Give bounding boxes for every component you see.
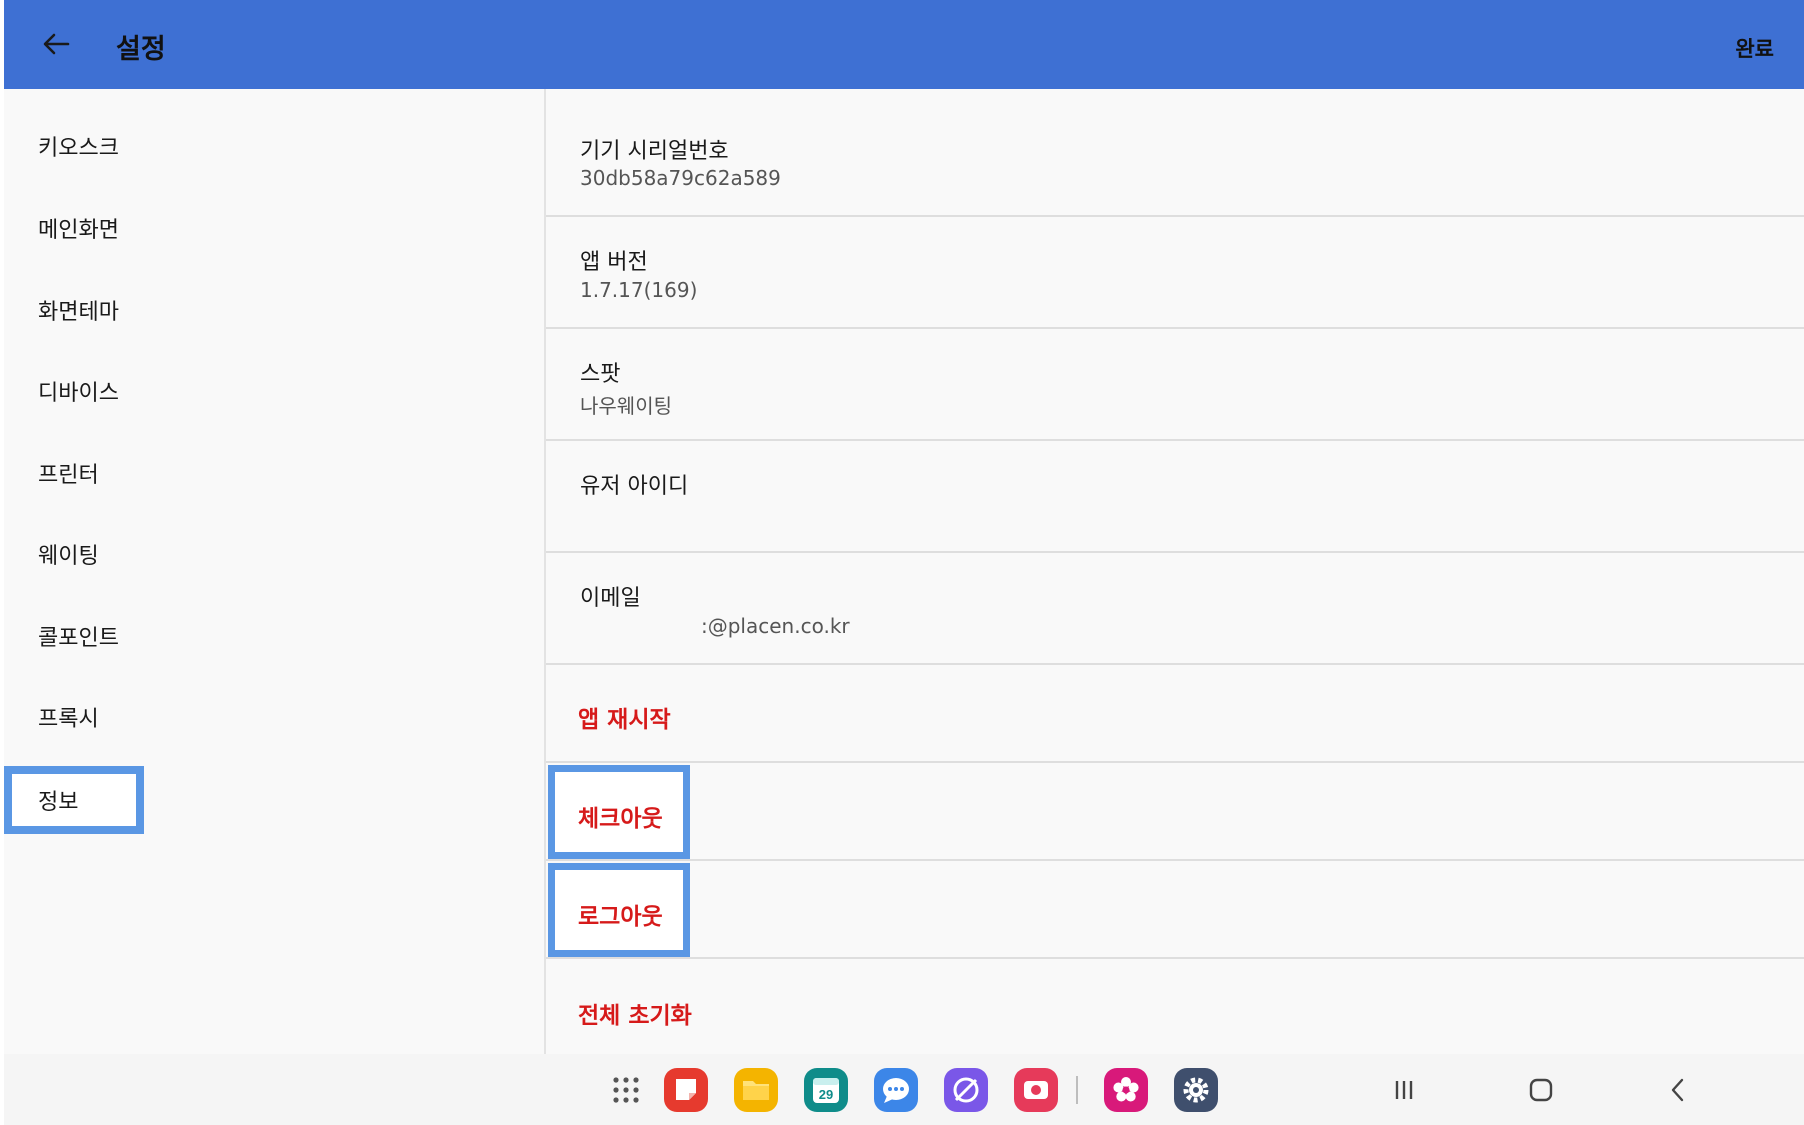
serial-number-title: 기기 시리얼번호 — [580, 139, 729, 164]
restart-app-button[interactable]: 앱 재시작 — [578, 700, 671, 734]
sidebar-item-kiosk[interactable]: 키오스크 — [4, 111, 544, 181]
app-version-row: 앱 버전 1.7.17(169) — [546, 217, 1804, 329]
spot-title: 스팟 — [580, 362, 621, 387]
sidebar-item-call-point[interactable]: 콜포인트 — [4, 601, 544, 671]
browser-app-icon[interactable] — [944, 1068, 988, 1112]
settings-app-icon[interactable] — [1174, 1068, 1218, 1112]
sidebar-item-main-screen[interactable]: 메인화면 — [4, 193, 544, 263]
app-version-title: 앱 버전 — [580, 250, 648, 275]
sidebar-item-info[interactable]: 정보 — [4, 766, 144, 834]
sidebar-item-screen-theme[interactable]: 화면테마 — [4, 275, 544, 345]
email-value: :@placen.co.kr — [701, 614, 850, 638]
dock-divider — [1076, 1076, 1078, 1104]
email-title: 이메일 — [580, 586, 641, 611]
sidebar-item-proxy[interactable]: 프록시 — [4, 682, 544, 752]
taskbar: 29 — [4, 1054, 1804, 1125]
factory-reset-button[interactable]: 전체 초기화 — [578, 996, 692, 1030]
sidebar-item-label: 키오스크 — [38, 136, 119, 161]
messages-app-icon[interactable] — [874, 1068, 918, 1112]
screen-recorder-app-icon[interactable] — [1014, 1068, 1058, 1112]
sidebar-item-waiting[interactable]: 웨이팅 — [4, 519, 544, 589]
logout-row[interactable]: 로그아웃 — [546, 861, 1804, 959]
back-icon[interactable] — [1658, 1072, 1698, 1108]
app-bar: 설정 완료 — [4, 0, 1804, 89]
home-icon[interactable] — [1521, 1072, 1561, 1108]
sidebar-item-label: 콜포인트 — [38, 626, 119, 651]
page-title: 설정 — [116, 34, 166, 65]
factory-reset-row[interactable]: 전체 초기화 — [546, 959, 1804, 1054]
restart-app-row[interactable]: 앱 재시작 — [546, 665, 1804, 763]
done-button[interactable]: 완료 — [1735, 33, 1774, 63]
checkout-row[interactable]: 체크아웃 — [546, 763, 1804, 861]
info-panel: 기기 시리얼번호 30db58a79c62a589 앱 버전 1.7.17(16… — [546, 89, 1804, 1054]
email-row: 이메일 :@placen.co.kr — [546, 553, 1804, 665]
sidebar-item-label: 프록시 — [38, 707, 99, 732]
app-version-value: 1.7.17(169) — [580, 278, 698, 302]
user-id-title: 유저 아이디 — [580, 474, 689, 499]
apps-grid-icon[interactable] — [604, 1068, 648, 1112]
sidebar-item-printer[interactable]: 프린터 — [4, 438, 544, 508]
settings-sidebar: 키오스크 메인화면 화면테마 디바이스 프린터 웨이팅 콜포인트 프록시 정보 — [4, 89, 544, 1054]
checkout-button[interactable]: 체크아웃 — [578, 799, 663, 833]
logout-button[interactable]: 로그아웃 — [578, 897, 663, 931]
notes-app-icon[interactable] — [664, 1068, 708, 1112]
sidebar-item-label: 디바이스 — [38, 381, 119, 406]
settings-screen: 설정 완료 키오스크 메인화면 화면테마 디바이스 프린터 웨이팅 콜포인트 프… — [4, 0, 1804, 1125]
sidebar-item-label: 화면테마 — [38, 300, 119, 325]
spot-row: 스팟 나우웨이팅 — [546, 329, 1804, 441]
files-app-icon[interactable] — [734, 1068, 778, 1112]
serial-number-row: 기기 시리얼번호 30db58a79c62a589 — [546, 89, 1804, 217]
calendar-app-icon[interactable]: 29 — [804, 1068, 848, 1112]
spot-value: 나우웨이팅 — [580, 394, 672, 418]
sidebar-item-label: 웨이팅 — [38, 544, 99, 569]
sidebar-item-label: 프린터 — [38, 463, 99, 488]
flower-app-icon[interactable] — [1104, 1068, 1148, 1112]
user-id-row: 유저 아이디 — [546, 441, 1804, 553]
sidebar-item-device[interactable]: 디바이스 — [4, 356, 544, 426]
back-arrow-icon[interactable] — [38, 26, 74, 62]
serial-number-value: 30db58a79c62a589 — [580, 166, 781, 190]
sidebar-item-label: 정보 — [38, 790, 79, 815]
calendar-day-label: 29 — [819, 1087, 833, 1102]
recent-apps-icon[interactable] — [1384, 1072, 1424, 1108]
sidebar-item-label: 메인화면 — [38, 218, 119, 243]
